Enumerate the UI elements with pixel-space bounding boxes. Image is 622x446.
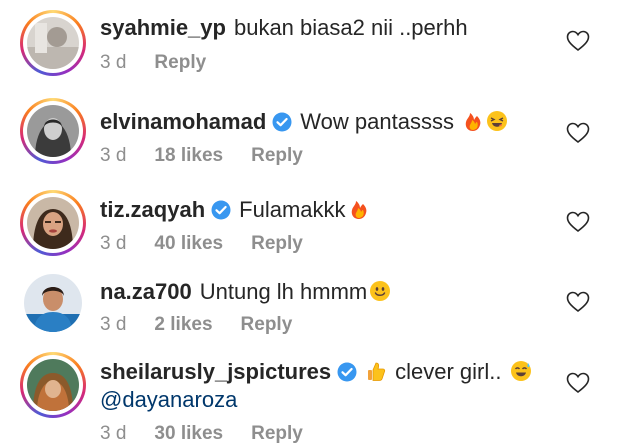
reply-button[interactable]: Reply — [154, 51, 206, 75]
like-heart-icon[interactable] — [566, 30, 590, 52]
comment-item: syahmie_yp bukan biasa2 nii ..perhh 3 d Re… — [0, 0, 622, 84]
likes-count[interactable]: 40 likes — [154, 232, 223, 256]
verified-badge-icon — [211, 200, 231, 220]
comment-time: 3 d — [100, 314, 127, 335]
likes-count[interactable]: 2 likes — [154, 313, 212, 337]
comment-username[interactable]: syahmie_yp — [100, 15, 226, 40]
squinting-laugh-emoji-icon — [486, 110, 508, 132]
avatar[interactable] — [24, 274, 82, 332]
comment-username[interactable]: tiz.zaqyah — [100, 197, 205, 222]
comment-username[interactable]: na.za700 — [100, 279, 192, 304]
thumbs-up-emoji-icon — [365, 360, 387, 382]
sweat-smile-emoji-icon — [510, 360, 532, 382]
reply-button[interactable]: Reply — [251, 232, 303, 256]
comment-time: 3 d — [100, 233, 127, 254]
fire-emoji-icon — [462, 110, 484, 132]
comment-time: 3 d — [100, 52, 127, 73]
like-heart-icon[interactable] — [566, 372, 590, 394]
smile-emoji-icon — [369, 280, 391, 302]
avatar[interactable] — [20, 352, 86, 418]
comment-text: Fulamakkk — [239, 197, 346, 222]
reply-button[interactable]: Reply — [251, 422, 303, 446]
comment-item: sheilarusly_jspictures clever girl.. @day… — [0, 346, 622, 444]
comment-username[interactable]: elvinamohamad — [100, 109, 266, 134]
comment-time: 3 d — [100, 145, 127, 166]
likes-count[interactable]: 30 likes — [154, 422, 223, 446]
mention-link[interactable]: @dayanaroza — [100, 386, 237, 414]
fire-emoji-icon — [348, 198, 370, 220]
like-heart-icon[interactable] — [566, 122, 590, 144]
reply-button[interactable]: Reply — [251, 144, 303, 168]
verified-badge-icon — [337, 362, 357, 382]
comment-time: 3 d — [100, 423, 127, 444]
comment-username[interactable]: sheilarusly_jspictures — [100, 359, 331, 384]
avatar[interactable] — [20, 10, 86, 76]
comment-item: na.za700 Untung lh hmmm 3 d 2 likes Reply — [0, 266, 622, 346]
comment-text: Wow pantassss — [300, 109, 454, 134]
like-heart-icon[interactable] — [566, 211, 590, 233]
reply-button[interactable]: Reply — [241, 313, 293, 337]
avatar[interactable] — [20, 98, 86, 164]
like-heart-icon[interactable] — [566, 291, 590, 313]
comment-item: elvinamohamad Wow pantassss 3 d 18 likes Re… — [0, 84, 622, 180]
comment-text: bukan biasa2 nii ..perhh — [233, 15, 468, 40]
comment-item: tiz.zaqyah Fulamakkk 3 d 40 likes Reply — [0, 180, 622, 266]
verified-badge-icon — [272, 112, 292, 132]
avatar[interactable] — [20, 190, 86, 256]
comment-text: Untung lh hmmm — [199, 279, 368, 304]
comment-text: clever girl.. — [395, 359, 502, 384]
likes-count[interactable]: 18 likes — [154, 144, 223, 168]
